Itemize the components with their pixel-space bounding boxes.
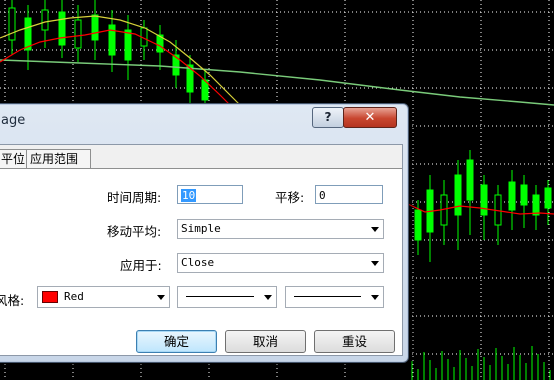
chevron-down-icon — [371, 261, 379, 266]
color-swatch — [42, 291, 58, 303]
line-style-preview — [186, 296, 254, 297]
candle-body — [532, 194, 540, 216]
candle-body — [58, 11, 66, 46]
candle-body — [24, 17, 32, 51]
period-input[interactable]: 10 — [177, 185, 243, 204]
dialog-client: 平位 应用范围 — [0, 144, 403, 356]
chevron-down-icon — [371, 295, 379, 300]
ma-method-label: 移动平均: — [107, 224, 162, 239]
chevron-down-icon — [157, 295, 165, 300]
tab-visualization[interactable]: 应用范围 — [26, 149, 91, 168]
chevron-down-icon — [264, 295, 272, 300]
candle-body — [124, 29, 132, 61]
dialog-title: age — [1, 113, 26, 128]
close-button[interactable]: ✕ — [343, 107, 397, 128]
ma-line-green — [0, 59, 554, 106]
line-style-select[interactable] — [177, 286, 277, 308]
period-label: 时间周期: — [107, 190, 162, 205]
apply-to-label: 应用于: — [120, 258, 162, 273]
candle-body — [466, 159, 474, 201]
dialog-titlebar[interactable]: age ? ✕ — [0, 104, 408, 134]
line-width-select[interactable] — [285, 286, 384, 308]
candle-body — [414, 209, 422, 241]
ok-button[interactable]: 确定 — [136, 330, 217, 353]
candle-body — [91, 14, 99, 41]
color-select[interactable]: Red — [37, 286, 170, 308]
ma-method-value: Simple — [181, 222, 221, 235]
candle-body — [544, 187, 552, 209]
candle-body — [508, 181, 516, 211]
style-label: 风格: — [0, 293, 25, 308]
apply-to-value: Close — [181, 256, 215, 269]
color-value: Red — [64, 290, 84, 303]
candle-body — [41, 9, 49, 31]
shift-label: 平移: — [275, 190, 305, 205]
candle-body — [480, 184, 488, 216]
line-width-preview — [294, 296, 361, 297]
help-button[interactable]: ? — [312, 107, 344, 128]
shift-input[interactable]: 0 — [315, 185, 383, 204]
chevron-down-icon — [371, 227, 379, 232]
candle-body — [520, 184, 528, 206]
reset-button[interactable]: 重设 — [314, 330, 395, 353]
candle-body — [8, 7, 16, 41]
cancel-button[interactable]: 取消 — [225, 330, 306, 353]
moving-average-dialog: age ? ✕ 平位 应用范围 时间周期: 10 平移: 0 移动平均: Sim… — [0, 103, 409, 363]
candle-body — [454, 174, 462, 216]
ma-method-select[interactable]: Simple — [177, 219, 384, 239]
candle-body — [74, 19, 82, 49]
apply-to-select[interactable]: Close — [177, 253, 384, 273]
